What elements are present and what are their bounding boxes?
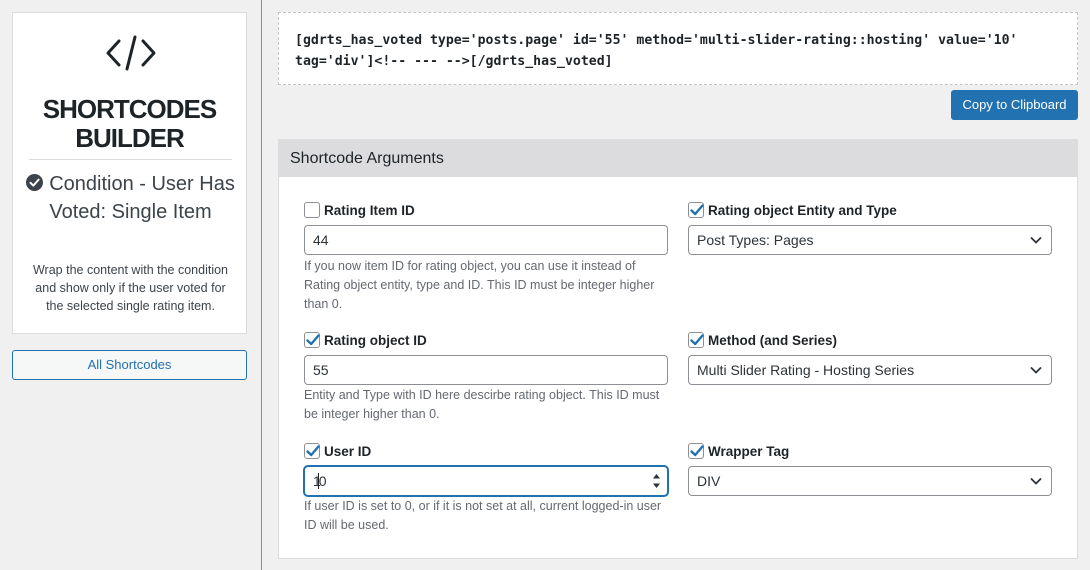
sidebar: SHORTCODES BUILDER Condition - User Has … (0, 0, 262, 570)
user-id-checkbox[interactable] (304, 443, 320, 459)
chevron-down-icon (1030, 366, 1042, 374)
card-divider (29, 159, 232, 160)
user-id-label-text: User ID (324, 444, 372, 459)
rating-object-entity-checkbox[interactable] (688, 202, 704, 218)
checkmark-icon (690, 445, 704, 457)
builder-title-line1: SHORTCODES (42, 94, 217, 124)
user-id-input[interactable]: 10 (304, 466, 668, 496)
rating-object-id-checkbox[interactable] (304, 332, 320, 348)
method-value: Multi Slider Rating - Hosting Series (697, 362, 915, 378)
wrapper-tag-select[interactable]: DIV (688, 466, 1052, 496)
shortcode-builder-card: SHORTCODES BUILDER Condition - User Has … (12, 12, 247, 334)
rating-object-id-label-text: Rating object ID (324, 333, 427, 348)
check-circle-icon (26, 174, 44, 191)
shortcode-output-box: [gdrts_has_voted type='posts.page' id='5… (278, 12, 1078, 85)
builder-title: SHORTCODES BUILDER (13, 95, 246, 153)
rating-item-id-label-text: Rating Item ID (324, 203, 415, 218)
rating-object-id-input[interactable]: 55 (304, 355, 668, 385)
arguments-header: Shortcode Arguments (279, 140, 1077, 177)
checkmark-icon (306, 334, 320, 346)
wrapper-tag-label-text: Wrapper Tag (708, 444, 790, 459)
user-id-help: If user ID is set to 0, or if it is not … (304, 499, 662, 532)
rating-object-id-help: Entity and Type with ID here descirbe ra… (304, 388, 660, 421)
wrapper-tag-checkbox[interactable] (688, 443, 704, 459)
condition-title: Condition - User Has Voted: Single Item (21, 170, 240, 226)
rating-item-id-help: If you now item ID for rating object, yo… (304, 259, 655, 311)
method-select[interactable]: Multi Slider Rating - Hosting Series (688, 355, 1052, 385)
wrapper-tag-value: DIV (697, 473, 721, 489)
code-icon (106, 35, 156, 71)
shortcode-arguments-panel: Shortcode Arguments Rating Item ID 44 If… (278, 139, 1078, 559)
all-shortcodes-button[interactable]: All Shortcodes (12, 350, 247, 380)
copy-to-clipboard-button[interactable]: Copy to Clipboard (951, 90, 1078, 120)
checkmark-icon (690, 204, 704, 216)
rating-item-id-label: Rating Item ID (304, 202, 415, 220)
checkmark-icon (306, 445, 320, 457)
rating-object-entity-label: Rating object Entity and Type (688, 202, 897, 220)
condition-description: Wrap the content with the condition and … (32, 263, 229, 313)
method-label-text: Method (and Series) (708, 333, 838, 348)
chevron-down-icon (1030, 477, 1042, 485)
user-id-value-end: 0 (318, 473, 327, 489)
builder-title-line2: BUILDER (75, 123, 185, 153)
condition-title-text: Condition - User Has Voted: Single Item (49, 173, 235, 223)
chevron-down-icon (1030, 236, 1042, 244)
rating-item-id-input[interactable]: 44 (304, 225, 668, 255)
rating-item-id-checkbox[interactable] (304, 202, 320, 218)
method-checkbox[interactable] (688, 332, 704, 348)
rating-object-entity-label-text: Rating object Entity and Type (708, 203, 897, 218)
rating-object-entity-select[interactable]: Post Types: Pages (688, 225, 1052, 255)
rating-object-id-label: Rating object ID (304, 332, 427, 350)
shortcode-output-text: [gdrts_has_voted type='posts.page' id='5… (295, 33, 1026, 69)
user-id-label: User ID (304, 443, 371, 461)
wrapper-tag-label: Wrapper Tag (688, 443, 789, 461)
checkmark-icon (690, 334, 704, 346)
number-spinner-icon[interactable] (652, 471, 661, 491)
method-label: Method (and Series) (688, 332, 837, 350)
rating-object-entity-value: Post Types: Pages (697, 232, 814, 248)
